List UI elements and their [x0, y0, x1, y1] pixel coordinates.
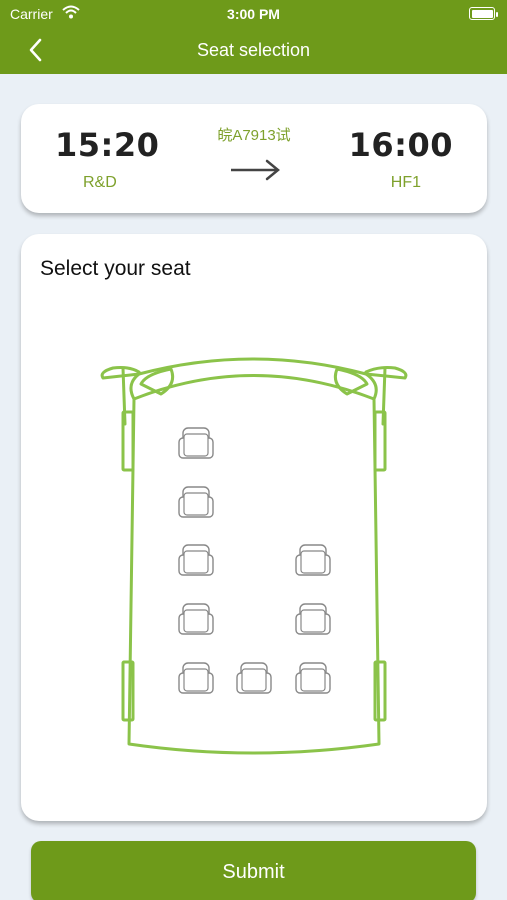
battery-icon: [469, 7, 498, 20]
seat-1-1[interactable]: [178, 427, 214, 459]
page-title: Seat selection: [196, 40, 311, 60]
status-time: 3:00 PM: [227, 6, 280, 22]
departure-stop: R&D: [83, 174, 117, 191]
seat-4-3[interactable]: [295, 603, 331, 635]
seat-map-card: Select your seat: [21, 234, 487, 821]
seat-2-1[interactable]: [178, 486, 214, 518]
nav-bar: Seat selection: [0, 28, 507, 74]
arrow-right-icon: [231, 159, 280, 181]
app-header: Carrier 3:00 PM Seat selection: [0, 0, 507, 74]
seat-5-1[interactable]: [178, 662, 214, 694]
bus-outline: [100, 357, 408, 755]
bus-layout: [100, 357, 408, 755]
arrival-stop: HF1: [390, 174, 421, 191]
seat-4-1[interactable]: [178, 603, 214, 635]
seats-group: [178, 427, 331, 694]
status-bar: Carrier 3:00 PM: [0, 0, 507, 28]
arrival-time: 16:00: [348, 126, 453, 164]
seat-5-3[interactable]: [295, 662, 331, 694]
trip-card: 15:20 R&D 皖A7913试 16:00 HF1: [21, 104, 487, 213]
seat-5-2[interactable]: [236, 662, 272, 694]
seat-3-1[interactable]: [178, 544, 214, 576]
submit-button[interactable]: Submit: [31, 841, 476, 900]
seat-3-3[interactable]: [295, 544, 331, 576]
